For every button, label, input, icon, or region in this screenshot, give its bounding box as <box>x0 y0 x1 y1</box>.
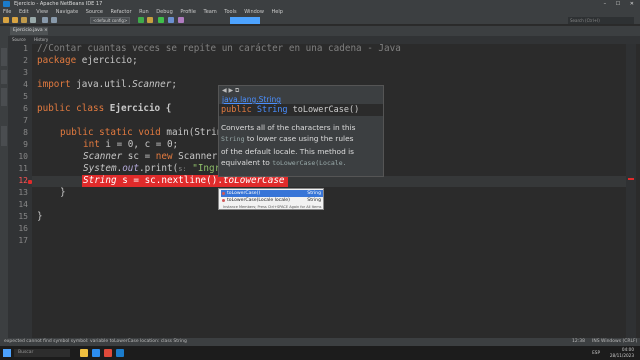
line-number: 8 <box>23 128 28 137</box>
line-number: 14 <box>18 200 28 209</box>
code-line-15: } <box>37 211 43 222</box>
side-panel-strip <box>0 26 8 338</box>
language-indicator[interactable]: ESP <box>592 350 600 356</box>
method-icon <box>222 199 225 202</box>
doc-signature: public String toLowerCase() <box>219 104 383 116</box>
title-bar: Ejercicio - Apache NetBeans IDE 17 – ☐ ✕ <box>0 0 640 8</box>
taskbar-search[interactable]: Buscar <box>14 349 70 357</box>
config-dropdown[interactable]: <default config> <box>90 17 130 24</box>
error-stripe-icon[interactable] <box>628 178 634 180</box>
line-number: 2 <box>23 56 28 65</box>
line-number: 1 <box>23 44 28 53</box>
completion-hint: Instance Members; Press Ctrl+SPACE Again… <box>223 205 322 209</box>
completion-item[interactable]: toLowerCase() String <box>221 190 323 197</box>
menu-window[interactable]: Window <box>244 9 264 15</box>
files-panel-tab[interactable] <box>1 70 7 84</box>
menu-run[interactable]: Run <box>139 9 149 15</box>
profile-icon[interactable] <box>178 17 184 23</box>
debug-icon[interactable] <box>168 17 174 23</box>
completion-item[interactable]: toLowerCase(Locale locale) String <box>221 197 323 204</box>
taskbar: Buscar ESP 04:00 28/11/2023 <box>0 346 640 360</box>
edge-browser-icon[interactable] <box>92 349 100 357</box>
editor-scrollbar[interactable] <box>626 44 636 338</box>
editor-tabs: Ejercicio.java × <box>8 26 640 36</box>
menu-tools[interactable]: Tools <box>224 9 236 15</box>
windows-start-icon[interactable] <box>3 349 11 357</box>
new-project-icon[interactable] <box>3 17 9 23</box>
line-number: 17 <box>18 236 28 245</box>
cursor-position: 12:38 <box>572 339 585 344</box>
line-number: 9 <box>23 140 28 149</box>
menu-file[interactable]: File <box>3 9 11 15</box>
menu-help[interactable]: Help <box>272 9 283 15</box>
code-completion-popup: toLowerCase() String toLowerCase(Locale l… <box>218 188 324 210</box>
menu-team[interactable]: Team <box>203 9 216 15</box>
projects-panel-tab[interactable] <box>1 48 7 66</box>
doc-description: Converts all of the characters in this S… <box>221 123 356 168</box>
line-number-error: 12 <box>18 176 28 185</box>
run-icon[interactable] <box>158 17 164 23</box>
line-number: 3 <box>23 68 28 77</box>
line-number: 4 <box>23 80 28 89</box>
line-number: 11 <box>18 164 28 173</box>
netbeans-logo-icon <box>3 1 10 7</box>
netbeans-taskbar-icon[interactable] <box>116 349 124 357</box>
code-line-11: System.out.print(s: "Ingr <box>83 163 221 174</box>
chrome-icon[interactable] <box>104 349 112 357</box>
code-line-4: import java.util.Scanner; <box>37 79 177 90</box>
memory-indicator <box>230 17 260 24</box>
line-number: 10 <box>18 152 28 161</box>
services-panel-tab[interactable] <box>1 88 7 106</box>
code-line-2: package ejercicio; <box>37 55 138 66</box>
build-icon[interactable] <box>138 17 144 23</box>
open-project-icon[interactable] <box>21 17 27 23</box>
status-bar: expected cannot find symbol symbol: vari… <box>0 338 640 346</box>
code-line-1: //Contar cuantas veces se repite un cará… <box>37 43 401 54</box>
line-number: 16 <box>18 224 28 233</box>
window-controls[interactable]: – ☐ ✕ <box>604 0 638 8</box>
menu-view[interactable]: View <box>36 9 48 15</box>
code-line-13: } <box>60 187 66 198</box>
save-all-icon[interactable] <box>30 17 36 23</box>
search-input[interactable]: Search (Ctrl+I) <box>568 17 634 24</box>
tab-source[interactable]: Source <box>12 36 26 44</box>
line-gutter: 1 2 3 4 5 6 7 8 9 10 11 12 13 14 15 16 1… <box>8 44 32 338</box>
javadoc-popup: ◀ ▶ ⧉ java.lang.String public String toL… <box>218 85 384 177</box>
redo-icon[interactable] <box>51 17 57 23</box>
menu-profile[interactable]: Profile <box>180 9 196 15</box>
doc-package-link[interactable]: java.lang.String <box>222 95 281 104</box>
file-explorer-icon[interactable] <box>80 349 88 357</box>
code-line-9: int i = 0, c = 0; <box>83 139 179 150</box>
tab-ejercicio-java[interactable]: Ejercicio.java × <box>10 27 48 35</box>
code-line-10: Scanner sc = new Scanner <box>83 151 218 162</box>
menu-refactor[interactable]: Refactor <box>111 9 132 15</box>
method-icon <box>222 192 225 195</box>
window-title: Ejercicio - Apache NetBeans IDE 17 <box>14 1 103 7</box>
line-number: 7 <box>23 116 28 125</box>
system-clock[interactable]: ESP 04:00 28/11/2023 <box>592 347 634 359</box>
clean-build-icon[interactable] <box>147 17 153 23</box>
undo-icon[interactable] <box>42 17 48 23</box>
line-number: 5 <box>23 92 28 101</box>
navigator-panel-tab[interactable] <box>1 126 7 146</box>
editor-mode: INS Windows (CRLF) <box>592 339 638 344</box>
code-line-8: public static void main(Strin <box>60 127 223 138</box>
line-number: 6 <box>23 104 28 113</box>
menu-source[interactable]: Source <box>86 9 103 15</box>
code-line-6: public class Ejercicio { <box>37 103 172 114</box>
menu-debug[interactable]: Debug <box>156 9 172 15</box>
menu-edit[interactable]: Edit <box>19 9 29 15</box>
menu-bar: File Edit View Navigate Source Refactor … <box>0 8 640 16</box>
doc-navigation[interactable]: ◀ ▶ ⧉ <box>222 87 239 95</box>
menu-navigate[interactable]: Navigate <box>56 9 78 15</box>
line-number: 13 <box>18 188 28 197</box>
line-number: 15 <box>18 212 28 221</box>
new-file-icon[interactable] <box>12 17 18 23</box>
status-message: expected cannot find symbol symbol: vari… <box>4 339 187 344</box>
